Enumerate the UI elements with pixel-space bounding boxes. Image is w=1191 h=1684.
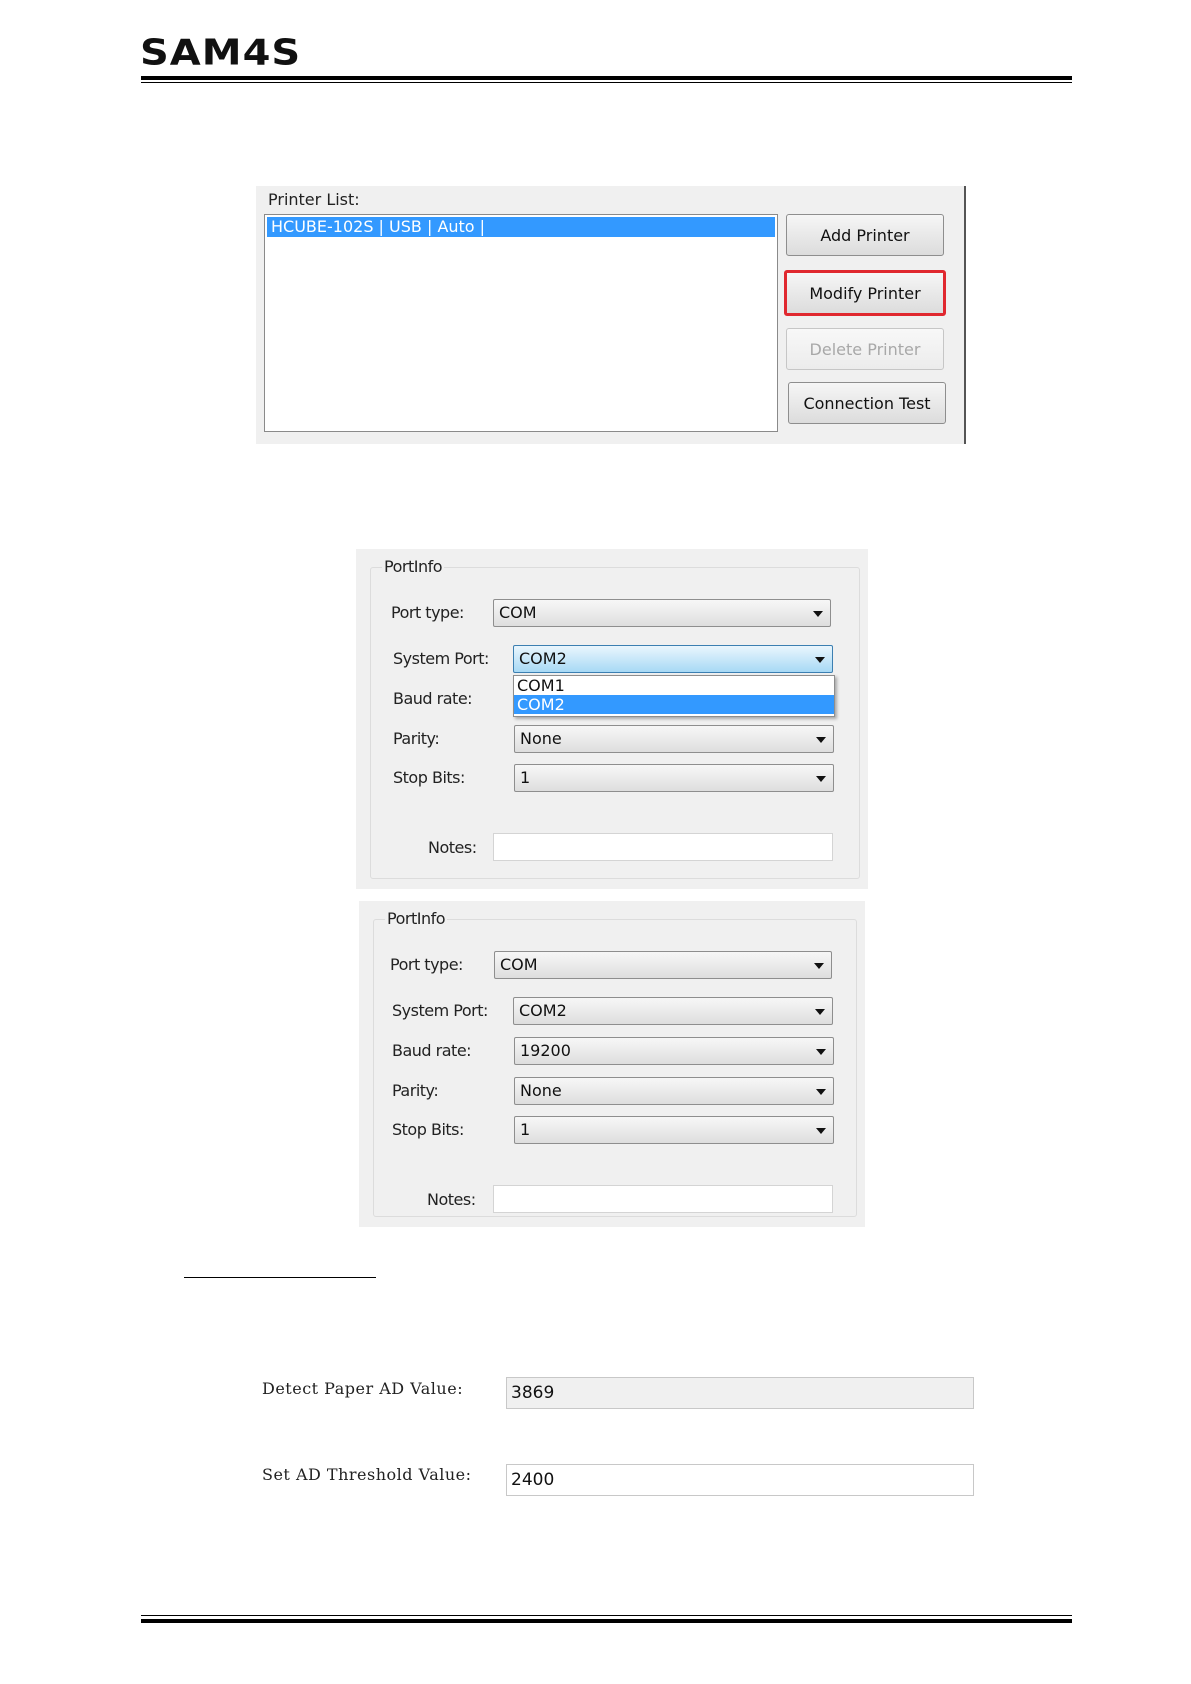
chevron-down-icon [816, 1049, 826, 1055]
chevron-down-icon [815, 657, 825, 663]
header-rule-thick [141, 76, 1072, 80]
dropdown-option-com2[interactable]: COM2 [514, 695, 834, 714]
add-printer-button[interactable]: Add Printer [786, 214, 944, 256]
footer-rule-thin [141, 1615, 1072, 1616]
system-port-value: COM2 [519, 1001, 567, 1020]
port-type-value: COM [499, 603, 537, 622]
chevron-down-icon [816, 1128, 826, 1134]
system-port-select[interactable]: COM2 [513, 645, 833, 673]
stop-bits-select[interactable]: 1 [514, 764, 834, 792]
parity-label: Parity: [392, 1081, 439, 1100]
notes-label: Notes: [428, 838, 477, 857]
port-type-label: Port type: [390, 955, 463, 974]
parity-value: None [520, 1081, 562, 1100]
port-type-label: Port type: [391, 603, 464, 622]
port-info-panel-2: PortInfo Port type: COM System Port: COM… [359, 901, 865, 1227]
detect-paper-ad-value: 3869 [506, 1377, 974, 1409]
delete-printer-button[interactable]: Delete Printer [786, 328, 944, 370]
notes-field[interactable] [493, 833, 833, 861]
chevron-down-icon [816, 737, 826, 743]
port-type-select[interactable]: COM [494, 951, 832, 979]
baud-rate-label: Baud rate: [393, 689, 473, 708]
system-port-label: System Port: [392, 1001, 488, 1020]
system-port-label: System Port: [393, 649, 489, 668]
notes-label: Notes: [427, 1190, 476, 1209]
system-port-dropdown-list[interactable]: COM1 COM2 [513, 675, 835, 717]
section-divider [184, 1277, 376, 1278]
notes-field[interactable] [493, 1185, 833, 1213]
stop-bits-select[interactable]: 1 [514, 1116, 834, 1144]
parity-label: Parity: [393, 729, 440, 748]
ad-threshold-label: Set AD Threshold Value: [262, 1465, 472, 1484]
sam4s-logo: SAM4S [140, 32, 302, 74]
header-rule-thin [141, 82, 1072, 83]
stop-bits-label: Stop Bits: [393, 768, 465, 787]
footer-rule-thick [141, 1619, 1072, 1623]
chevron-down-icon [815, 1009, 825, 1015]
chevron-down-icon [816, 776, 826, 782]
printer-list-item[interactable]: HCUBE-102S | USB | Auto | [267, 217, 775, 237]
printer-list-label: Printer List: [268, 190, 360, 209]
stop-bits-value: 1 [520, 768, 531, 787]
parity-select[interactable]: None [514, 1077, 834, 1105]
chevron-down-icon [813, 611, 823, 617]
stop-bits-label: Stop Bits: [392, 1120, 464, 1139]
printer-list-panel: Printer List: HCUBE-102S | USB | Auto | … [256, 186, 966, 444]
baud-rate-label: Baud rate: [392, 1041, 472, 1060]
port-info-title: PortInfo [385, 909, 447, 928]
port-info-panel-1: PortInfo Port type: COM System Port: COM… [356, 549, 868, 889]
baud-rate-select[interactable]: 19200 [514, 1037, 834, 1065]
system-port-value: COM2 [519, 649, 567, 668]
printer-listbox[interactable]: HCUBE-102S | USB | Auto | [264, 214, 778, 432]
system-port-select[interactable]: COM2 [513, 997, 833, 1025]
parity-value: None [520, 729, 562, 748]
port-info-title: PortInfo [382, 557, 444, 576]
port-type-value: COM [500, 955, 538, 974]
parity-select[interactable]: None [514, 725, 834, 753]
dropdown-option-com1[interactable]: COM1 [514, 676, 834, 695]
stop-bits-value: 1 [520, 1120, 531, 1139]
port-type-select[interactable]: COM [493, 599, 831, 627]
baud-rate-value: 19200 [520, 1041, 571, 1060]
ad-threshold-input[interactable]: 2400 [506, 1464, 974, 1496]
connection-test-button[interactable]: Connection Test [788, 382, 946, 424]
chevron-down-icon [816, 1089, 826, 1095]
detect-paper-ad-label: Detect Paper AD Value: [262, 1379, 464, 1398]
chevron-down-icon [814, 963, 824, 969]
modify-printer-button[interactable]: Modify Printer [784, 270, 946, 316]
